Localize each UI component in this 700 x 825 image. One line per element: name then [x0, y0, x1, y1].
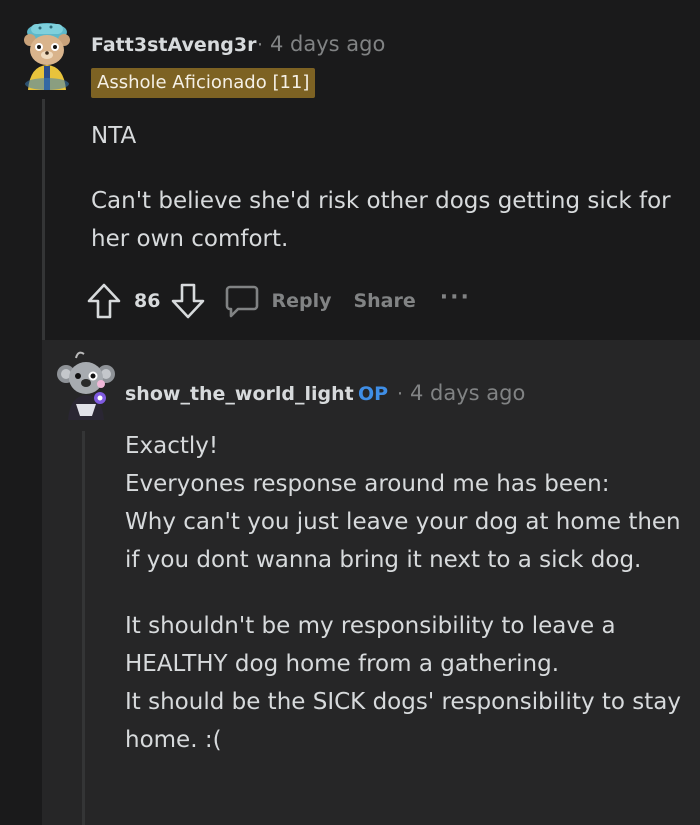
- avatar-koala-icon: [57, 351, 115, 420]
- reply-thread-line[interactable]: [82, 431, 85, 825]
- avatar[interactable]: [18, 18, 76, 90]
- comment-body-line: Can't believe she'd risk other dogs gett…: [91, 188, 671, 252]
- comment: Fatt3stAveng3r · 4 days ago Asshole Afic…: [0, 0, 700, 825]
- reply-icon: [226, 285, 259, 318]
- meta-separator: ·: [257, 34, 264, 56]
- downvote-icon[interactable]: [170, 282, 206, 320]
- meta-separator: ·: [397, 383, 404, 405]
- reply-comment: show_the_world_light OP · 4 days ago Exa…: [42, 340, 700, 825]
- comment-thread: Fatt3stAveng3r · 4 days ago Asshole Afic…: [0, 0, 700, 825]
- share-button[interactable]: Share: [353, 290, 415, 312]
- comment-username[interactable]: Fatt3stAveng3r: [91, 34, 256, 56]
- avatar-bear-icon: [24, 23, 70, 90]
- more-icon[interactable]: ···: [440, 285, 471, 310]
- comment-body: NTA Can't believe she'd risk other dogs …: [91, 117, 671, 258]
- comment-actions: 86 Reply Share ···: [86, 281, 471, 321]
- user-flair: Asshole Aficionado [11]: [91, 68, 316, 98]
- reply-avatar[interactable]: [56, 348, 116, 420]
- reply-timestamp[interactable]: 4 days ago: [410, 381, 525, 405]
- reply-body-line: It should be the SICK dogs' responsibili…: [125, 689, 681, 753]
- upvote-icon[interactable]: [86, 282, 122, 320]
- comment-timestamp[interactable]: 4 days ago: [270, 32, 385, 56]
- reply-body-line: Why can't you just leave your dog at hom…: [125, 509, 681, 573]
- reply-username[interactable]: show_the_world_light: [125, 383, 354, 405]
- reply-body-line: It shouldn't be my responsibility to lea…: [125, 613, 616, 677]
- reply-body: Exactly! Everyones response around me ha…: [125, 427, 693, 759]
- reply-body-line: Everyones response around me has been:: [125, 471, 610, 497]
- reply-label: Reply: [271, 290, 332, 312]
- reply-button[interactable]: Reply: [224, 283, 331, 319]
- comment-body-line: NTA: [91, 123, 137, 149]
- op-badge: OP: [358, 383, 389, 405]
- reply-body-line: Exactly!: [125, 433, 219, 459]
- vote-count: 86: [134, 290, 161, 312]
